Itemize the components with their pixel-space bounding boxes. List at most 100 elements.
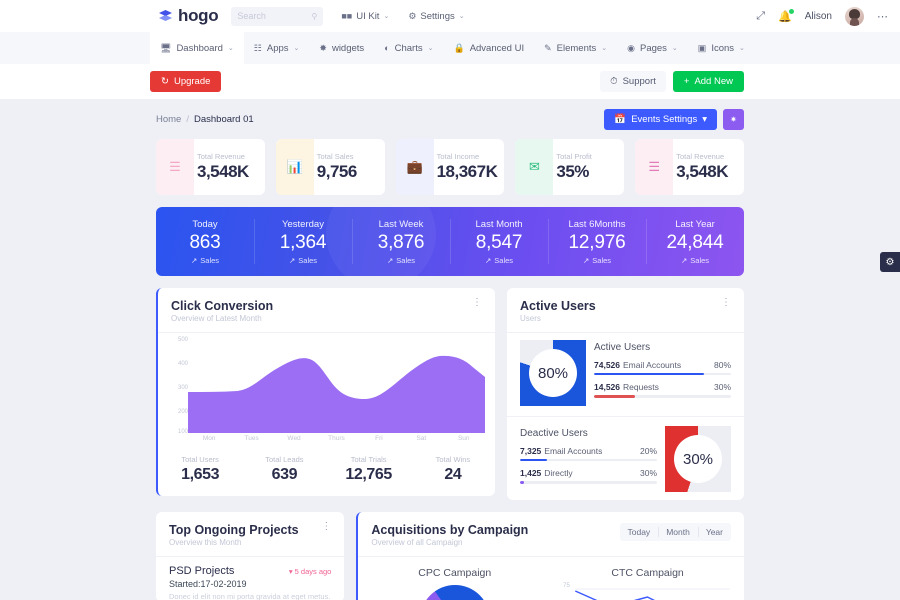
card-subtitle: Overview of Latest Month: [171, 314, 273, 323]
nav-label: widgets: [332, 43, 364, 54]
donut-center-label: 30%: [674, 435, 722, 483]
search-input[interactable]: Search ⚲: [231, 7, 323, 26]
y-tick: 75: [563, 583, 570, 589]
sales-cell-sub: ↗Sales: [387, 256, 415, 265]
deactive-users-row: 7,325 Email Accounts 20%: [520, 446, 657, 462]
y-tick: 500: [178, 337, 188, 343]
active-users-card: Active Users Users ⋮ 80% Active Users 74…: [507, 288, 744, 500]
header-menu-item-ui-kit[interactable]: ■■ UI Kit ⌄: [341, 11, 389, 22]
nav-item-apps[interactable]: ☷ Apps ⌄: [244, 32, 310, 64]
caret-down-icon: ▾: [289, 567, 293, 576]
top-ongoing-projects-card: Top Ongoing Projects Overview this Month…: [156, 512, 344, 600]
nav-item-pages[interactable]: ◉ Pages ⌄: [617, 32, 688, 64]
user-name: Alison: [805, 11, 832, 22]
segment-month[interactable]: Month: [658, 523, 698, 541]
monitor-icon: 🖥: [160, 43, 171, 54]
trend-icon: ↗: [583, 256, 589, 265]
nav-item-dashboard[interactable]: 🖥 Dashboard ⌄: [150, 32, 244, 64]
stat-card[interactable]: ✉ Total Profit 35%: [515, 139, 624, 195]
trend-icon: ↗: [289, 256, 295, 265]
events-settings-label: Events Settings: [631, 114, 697, 125]
brand-name: hogo: [178, 6, 218, 26]
nav-item-widgets[interactable]: ✸ widgets: [309, 32, 374, 64]
card-title: Click Conversion: [171, 299, 273, 313]
list-item[interactable]: PSD Projects ▾ 5 days ago Started:17-02-…: [156, 557, 344, 600]
sales-cell-today[interactable]: Today 863 ↗Sales: [156, 207, 254, 276]
area-plot: [188, 337, 485, 433]
deactive-users-row: 1,425 Directly 30%: [520, 468, 657, 484]
support-button[interactable]: ⏱ Support: [600, 71, 666, 92]
events-settings-button[interactable]: 📅 Events Settings ▾: [604, 109, 717, 130]
header-menu-item-settings[interactable]: ⚙ Settings ⌄: [408, 11, 464, 22]
trend-icon: ↗: [485, 256, 491, 265]
sales-cell-value: 8,547: [476, 232, 523, 254]
active-users-heading: Active Users: [594, 342, 731, 353]
stat-card[interactable]: 💼 Total Income 18,367K: [396, 139, 505, 195]
avatar[interactable]: [845, 7, 864, 26]
brand-logo[interactable]: hogo: [158, 6, 218, 26]
nav-item-charts[interactable]: ◐ Charts ⌄: [374, 32, 443, 64]
bell-icon[interactable]: 🔔: [778, 10, 792, 23]
sales-cell-last-week[interactable]: Last Week 3,876 ↗Sales: [352, 207, 450, 276]
row-percent: 80%: [714, 360, 731, 370]
segment-year[interactable]: Year: [698, 523, 731, 541]
main-navigation: 🖥 Dashboard ⌄ ☷ Apps ⌄ ✸ widgets ◐ Chart…: [0, 32, 900, 64]
conversion-stats-row: Total Users 1,653 Total Leads 639 Total …: [158, 446, 495, 496]
stat-card[interactable]: ☰ Total Revenue 3,548K: [156, 139, 265, 195]
sales-sub-label: Sales: [592, 256, 611, 265]
sales-sub-label: Sales: [396, 256, 415, 265]
vertical-dots-icon[interactable]: ⋮: [721, 299, 731, 306]
sales-cell-value: 3,876: [378, 232, 425, 254]
sales-cell-last-year[interactable]: Last Year 24,844 ↗Sales: [646, 207, 744, 276]
stat-card[interactable]: ☰ Total Revenue 3,548K: [635, 139, 744, 195]
x-tick: Wed: [273, 435, 315, 442]
stat-label: Total Income: [437, 152, 498, 161]
settings-panel-toggle[interactable]: ⚙: [880, 252, 900, 272]
row-percent: 30%: [640, 468, 657, 478]
layers-icon: ☰: [635, 139, 673, 195]
chevron-down-icon: ⌄: [228, 44, 234, 52]
conversion-stat: Total Users 1,653: [158, 455, 242, 484]
sales-cell-value: 12,976: [569, 232, 626, 254]
nav-item-elements[interactable]: ✎ Elements ⌄: [534, 32, 617, 64]
row-number: 7,325: [520, 446, 541, 456]
stat-label: Total Trials: [327, 455, 411, 464]
sales-cell-last-month[interactable]: Last Month 8,547 ↗Sales: [450, 207, 548, 276]
sales-cell-last-6months[interactable]: Last 6Months 12,976 ↗Sales: [548, 207, 646, 276]
header-menu-label: Settings: [420, 11, 454, 22]
ellipsis-icon[interactable]: ⋯: [877, 10, 888, 23]
row-label: Email Accounts: [544, 446, 602, 456]
nav-item-icons[interactable]: ▣ Icons ⌄: [688, 32, 755, 64]
expand-arrows-icon[interactable]: ⤢: [756, 10, 765, 23]
chevron-down-icon: ⌄: [739, 44, 745, 52]
gear-icon: ⚙: [886, 257, 895, 268]
card-title: Top Ongoing Projects: [169, 523, 299, 537]
vertical-dots-icon[interactable]: ⋮: [321, 523, 331, 530]
stat-value: 35%: [556, 162, 591, 182]
card-subtitle: Users: [520, 314, 596, 323]
breadcrumb-separator: /: [186, 114, 189, 125]
row-percent: 30%: [714, 382, 731, 392]
breadcrumb-home[interactable]: Home: [156, 114, 181, 125]
stat-value: 639: [242, 466, 326, 484]
x-tick: Mon: [188, 435, 230, 442]
add-new-button[interactable]: + Add New: [673, 71, 744, 92]
nav-item-advanced-ui[interactable]: 🔒 Advanced UI: [443, 32, 534, 64]
segment-today[interactable]: Today: [620, 523, 659, 541]
sales-cell-yesterday[interactable]: Yesterday 1,364 ↗Sales: [254, 207, 352, 276]
pen-icon: ✎: [544, 43, 552, 54]
deactive-users-heading: Deactive Users: [520, 428, 657, 439]
stat-label: Total Users: [158, 455, 242, 464]
plus-icon: +: [684, 76, 690, 87]
stat-card[interactable]: 📊 Total Sales 9,756: [276, 139, 385, 195]
sales-summary-banner: Today 863 ↗Sales Yesterday 1,364 ↗Sales …: [156, 207, 744, 276]
upgrade-button[interactable]: ↻ Upgrade: [150, 71, 221, 92]
stat-value: 9,756: [317, 162, 357, 182]
support-label: Support: [623, 76, 656, 87]
layers-icon: ☰: [156, 139, 194, 195]
card-subtitle: Overview this Month: [169, 538, 299, 547]
star-button[interactable]: ✷: [723, 109, 744, 130]
x-tick: Sun: [443, 435, 485, 442]
sales-cell-sub: ↗Sales: [485, 256, 513, 265]
vertical-dots-icon[interactable]: ⋮: [472, 299, 482, 306]
